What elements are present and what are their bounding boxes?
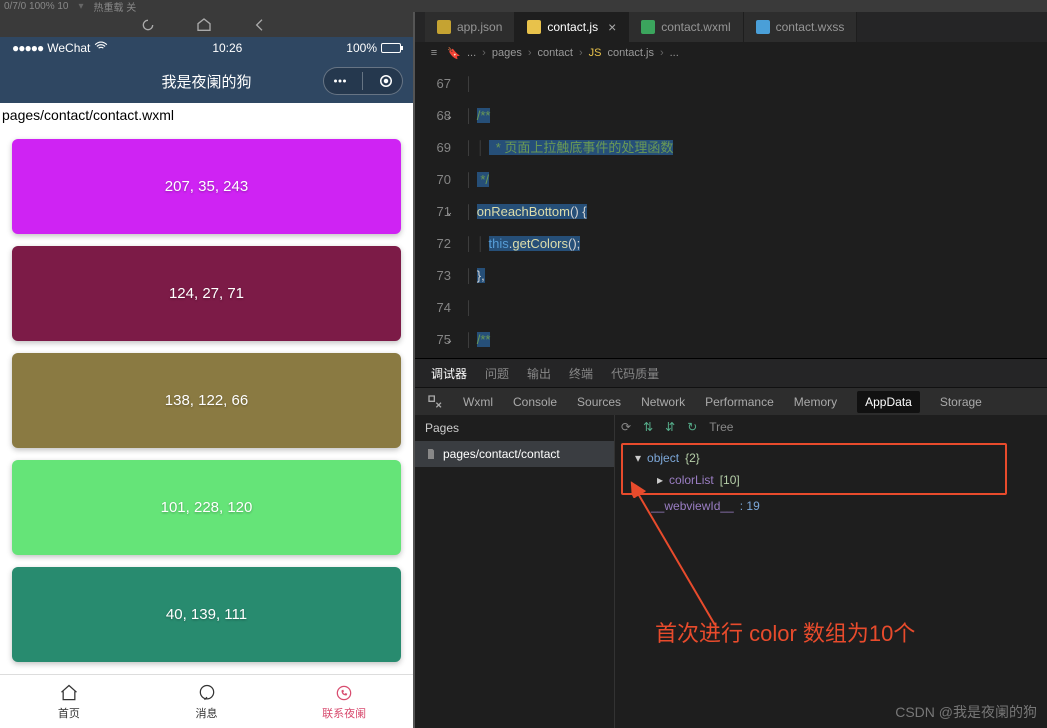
devtools-tab[interactable]: Console	[513, 395, 557, 409]
message-icon	[197, 683, 217, 703]
bc-more[interactable]: ...	[670, 47, 679, 59]
annotation-arrow	[625, 455, 845, 635]
simulator-toolbar	[0, 12, 413, 37]
phone-icon	[334, 683, 354, 703]
color-list[interactable]: 207, 35, 243 124, 27, 71 138, 122, 66 101, …	[0, 139, 413, 662]
tab-label: app.json	[457, 20, 502, 34]
color-item[interactable]: 101, 228, 120	[12, 460, 401, 555]
appdata-tree: ⟳ ⇅ ⇵ ↻ Tree ▾ object {2}	[615, 415, 1047, 728]
line-gutter: 6768⌄697071⌄72737475⌄	[415, 64, 465, 358]
color-item[interactable]: 207, 35, 243	[12, 139, 401, 234]
debugger-tab[interactable]: 输出	[527, 365, 551, 382]
tabbar-item[interactable]: 消息	[138, 675, 276, 728]
tab-label: contact.wxml	[661, 20, 730, 34]
tool-icon[interactable]: ⇅	[643, 420, 653, 434]
debugger-tab[interactable]: 调试器	[431, 365, 467, 382]
file-icon	[425, 448, 437, 460]
devtools-tab[interactable]: Sources	[577, 395, 621, 409]
json-icon	[437, 20, 451, 34]
tabbar-item[interactable]: 首页	[0, 675, 138, 728]
menu-dots-icon[interactable]	[331, 72, 349, 90]
editor-tab[interactable]: contact.js ×	[515, 12, 629, 42]
tool-icon[interactable]: ⇵	[665, 420, 675, 434]
battery-icon	[381, 43, 401, 53]
wifi-icon	[94, 40, 108, 57]
breadcrumb[interactable]: ≡ 🔖 ...› pages› contact› JS contact.js› …	[415, 42, 1047, 64]
close-icon[interactable]: ×	[608, 19, 616, 35]
editor-tabs: app.json contact.js × contact.wxml contact.w…	[415, 12, 1047, 42]
devtools-tab[interactable]: AppData	[857, 391, 920, 413]
pages-title: Pages	[415, 415, 614, 441]
annotation-text: 首次进行 color 数组为10个	[655, 616, 915, 648]
code-editor[interactable]: 6768⌄697071⌄72737475⌄ │ │ /**│ │ * 页面上拉触…	[415, 64, 1047, 358]
devtools-tab[interactable]: Network	[641, 395, 685, 409]
phone-nav-bar: 我是夜阑的狗	[0, 59, 413, 103]
bc-ellipsis[interactable]: ...	[467, 47, 476, 59]
bc-pages[interactable]: pages	[492, 47, 522, 59]
tabbar-label: 联系夜阑	[322, 705, 366, 721]
editor-tab[interactable]: app.json	[425, 12, 515, 42]
bc-contact[interactable]: contact	[538, 47, 573, 59]
dimension-readout: 0/7/0 100% 10	[4, 1, 69, 12]
home-icon[interactable]	[196, 17, 212, 33]
inspect-icon[interactable]	[427, 394, 443, 410]
pages-pane: Pages pages/contact/contact	[415, 415, 615, 728]
phone-status-bar: ●●●●● WeChat 10:26 100%	[0, 37, 413, 59]
color-item[interactable]: 124, 27, 71	[12, 246, 401, 341]
editor-panel: app.json contact.js × contact.wxml contact.w…	[415, 12, 1047, 728]
color-item[interactable]: 40, 139, 111	[12, 567, 401, 662]
debugger-tab[interactable]: 问题	[485, 365, 509, 382]
tree-toolbar: ⟳ ⇅ ⇵ ↻ Tree	[615, 415, 1047, 439]
home-icon	[59, 683, 79, 703]
debugger-panel: 调试器 问题 输出 终端 代码质量 Wxml Console Sources Network P…	[415, 358, 1047, 728]
devtools-tab[interactable]: Performance	[705, 395, 774, 409]
page-path-text: pages/contact/contact.wxml	[0, 103, 413, 127]
carrier-label: WeChat	[47, 41, 90, 55]
tool-icon[interactable]: ↻	[687, 420, 697, 434]
bookmark-icon[interactable]: 🔖	[447, 46, 461, 60]
tabbar-label: 消息	[196, 705, 218, 721]
debugger-body: Pages pages/contact/contact ⟳ ⇅ ⇵ ↻ Tree	[415, 415, 1047, 728]
js-icon: JS	[589, 47, 602, 59]
page-item-label: pages/contact/contact	[443, 447, 560, 461]
top-toolbar: 0/7/0 100% 10 ▾ 热重载 关	[0, 0, 1047, 12]
tab-label: contact.js	[547, 20, 598, 34]
watermark: CSDN @我是夜阑的狗	[895, 702, 1037, 722]
wxml-icon	[641, 20, 655, 34]
color-item[interactable]: 138, 122, 66	[12, 353, 401, 448]
devtools-tab[interactable]: Wxml	[463, 395, 493, 409]
phone-body[interactable]: pages/contact/contact.wxml 207, 35, 243 1…	[0, 103, 413, 674]
devtools-tabs: Wxml Console Sources Network Performance Memo…	[415, 387, 1047, 415]
target-icon[interactable]	[377, 72, 395, 90]
bc-file[interactable]: contact.js	[607, 47, 653, 59]
js-icon	[527, 20, 541, 34]
devtools-tab[interactable]: Memory	[794, 395, 837, 409]
tab-label: contact.wxss	[776, 20, 845, 34]
debugger-tab[interactable]: 代码质量	[611, 365, 659, 382]
page-list-item[interactable]: pages/contact/contact	[415, 441, 614, 467]
debugger-tab[interactable]: 终端	[569, 365, 593, 382]
phone-preview: ●●●●● WeChat 10:26 100% 我是夜阑的狗	[0, 37, 413, 728]
tabbar-label: 首页	[58, 705, 80, 721]
structure-icon[interactable]: ≡	[427, 46, 441, 60]
phone-tabbar: 首页 消息 联系夜阑	[0, 674, 413, 728]
code-lines[interactable]: │ │ /**│ │ * 页面上拉触底事件的处理函数│ */│ onReachB…	[465, 64, 1047, 358]
back-icon[interactable]	[252, 17, 268, 33]
nav-title: 我是夜阑的狗	[161, 71, 251, 92]
refresh-icon[interactable]	[140, 17, 156, 33]
clock-label: 10:26	[212, 41, 242, 55]
editor-tab[interactable]: contact.wxml	[629, 12, 743, 42]
battery-percent: 100%	[346, 41, 377, 55]
capsule-button[interactable]	[323, 67, 403, 95]
tree-mode-label[interactable]: Tree	[709, 420, 733, 434]
signal-dots: ●●●●●	[12, 41, 43, 55]
wxss-icon	[756, 20, 770, 34]
refresh-icon[interactable]: ⟳	[621, 420, 631, 434]
devtools-tab[interactable]: Storage	[940, 395, 982, 409]
simulator-panel: ●●●●● WeChat 10:26 100% 我是夜阑的狗	[0, 12, 415, 728]
editor-tab[interactable]: contact.wxss	[744, 12, 858, 42]
tabbar-item[interactable]: 联系夜阑	[275, 675, 413, 728]
debugger-primary-tabs: 调试器 问题 输出 终端 代码质量	[415, 359, 1047, 387]
